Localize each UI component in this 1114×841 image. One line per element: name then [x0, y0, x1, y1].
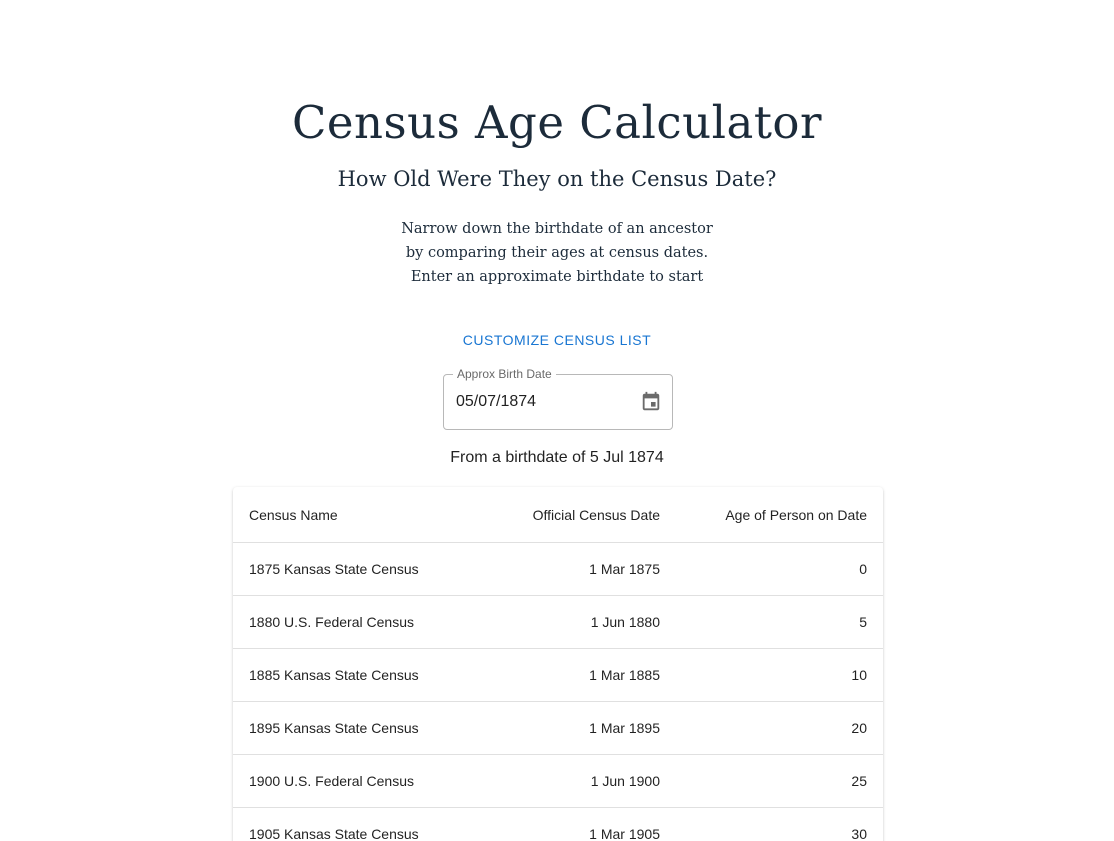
age-cell: 20	[676, 701, 883, 755]
census-name-cell: 1905 Kansas State Census	[233, 807, 475, 841]
birth-date-input[interactable]	[456, 391, 626, 413]
column-header-census-name[interactable]: Census Name	[233, 487, 475, 543]
age-cell: 0	[676, 542, 883, 596]
table-row: 1905 Kansas State Census 1 Mar 1905 30	[233, 807, 883, 841]
census-name-cell: 1900 U.S. Federal Census	[233, 754, 475, 808]
age-cell: 10	[676, 648, 883, 702]
page-subtitle: How Old Were They on the Census Date?	[337, 167, 777, 191]
census-name-cell: 1895 Kansas State Census	[233, 701, 475, 755]
intro-line: Enter an approximate birthdate to start	[410, 269, 704, 285]
table-row: 1895 Kansas State Census 1 Mar 1895 20	[233, 701, 883, 755]
census-name-cell: 1880 U.S. Federal Census	[233, 595, 475, 649]
table-row: 1880 U.S. Federal Census 1 Jun 1880 5	[233, 595, 883, 649]
table-row: 1875 Kansas State Census 1 Mar 1875 0	[233, 542, 883, 596]
census-name-cell: 1885 Kansas State Census	[233, 648, 475, 702]
age-cell: 5	[676, 595, 883, 649]
census-date-cell: 1 Jun 1880	[475, 595, 676, 649]
intro-line: Narrow down the birthdate of an ancestor	[401, 221, 713, 237]
census-date-cell: 1 Jun 1900	[475, 754, 676, 808]
table-row: 1885 Kansas State Census 1 Mar 1885 10	[233, 648, 883, 702]
birthdate-summary: From a birthdate of 5 Jul 1874	[450, 449, 664, 466]
census-date-cell: 1 Mar 1875	[475, 542, 676, 596]
intro-line: by comparing their ages at census dates.	[405, 245, 709, 261]
calendar-icon[interactable]	[640, 390, 662, 414]
census-name-cell: 1875 Kansas State Census	[233, 542, 475, 596]
census-date-cell: 1 Mar 1905	[475, 807, 676, 841]
table-row: 1900 U.S. Federal Census 1 Jun 1900 25	[233, 754, 883, 808]
age-cell: 25	[676, 754, 883, 808]
column-header-census-date[interactable]: Official Census Date	[475, 487, 676, 543]
census-table: Census Name Official Census Date Age of …	[233, 487, 883, 841]
birth-date-field: Approx Birth Date	[443, 366, 673, 430]
page-title: Census Age Calculator	[292, 96, 822, 149]
census-date-cell: 1 Mar 1895	[475, 701, 676, 755]
column-header-age[interactable]: Age of Person on Date	[676, 487, 883, 543]
age-cell: 30	[676, 807, 883, 841]
birth-date-label: Approx Birth Date	[453, 366, 556, 382]
table-header-row: Census Name Official Census Date Age of …	[233, 487, 883, 543]
census-date-cell: 1 Mar 1885	[475, 648, 676, 702]
customize-census-list-button[interactable]: CUSTOMIZE CENSUS LIST	[450, 325, 664, 355]
intro-text: Narrow down the birthdate of an ancestor…	[0, 217, 1114, 289]
